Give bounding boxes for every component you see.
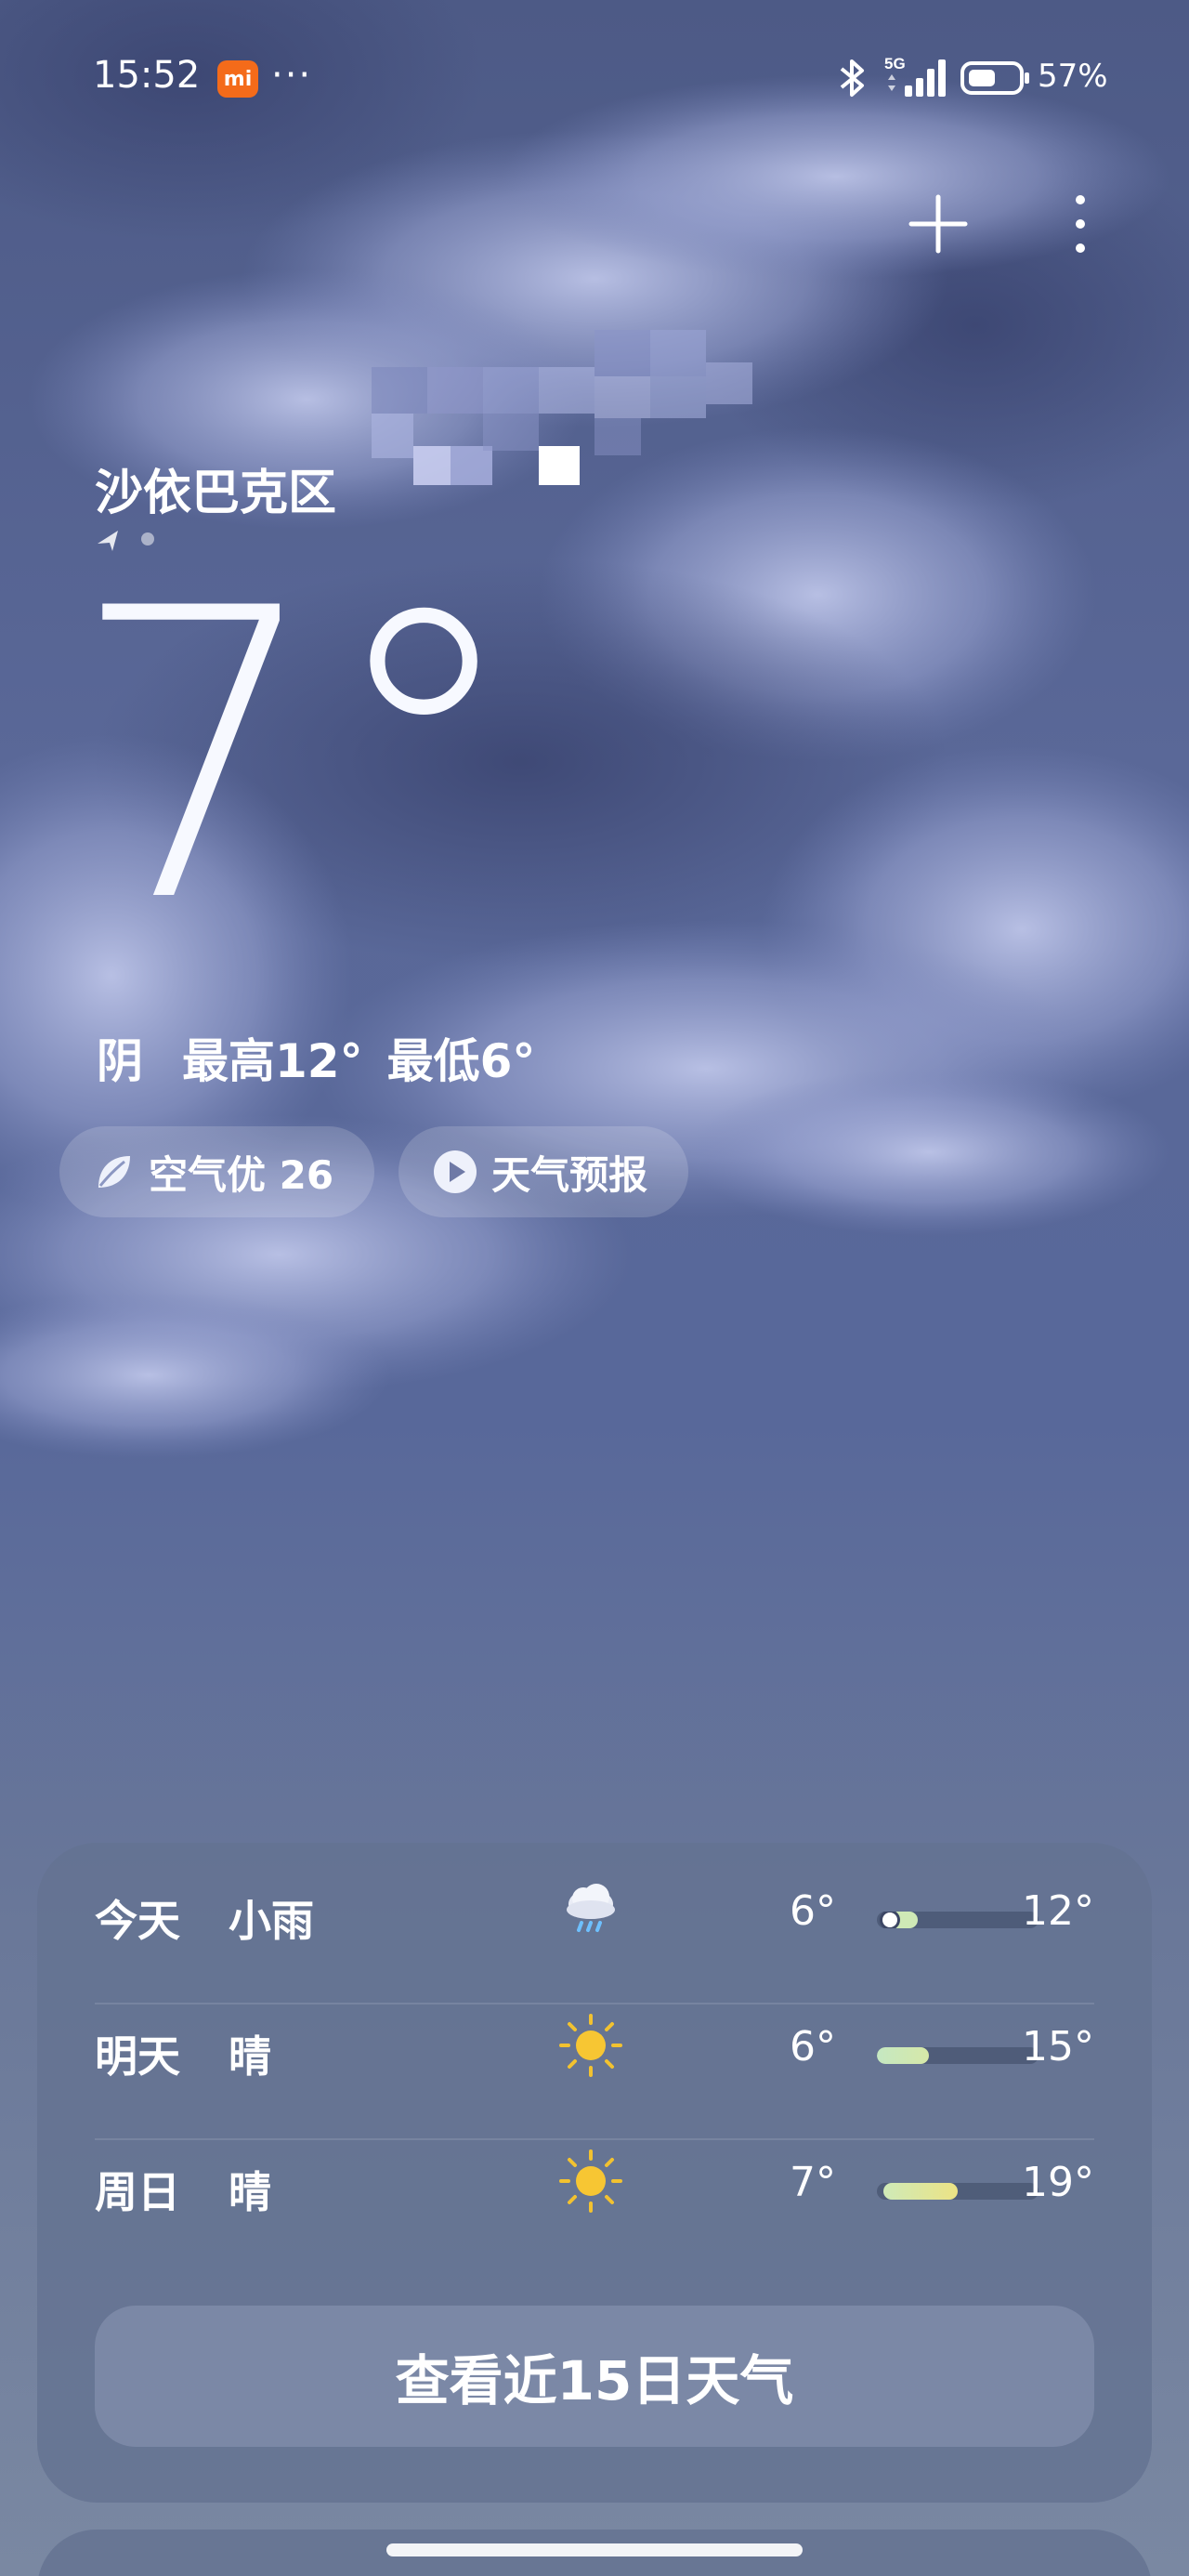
- forecast-day: 今天: [95, 1896, 180, 1946]
- air-quality-label: 空气优 26: [149, 1151, 334, 1198]
- forecast-row-sunday[interactable]: 周日 晴 7° 19°: [95, 2114, 1094, 2250]
- sunny-icon: [559, 2149, 622, 2213]
- current-temperature: 7°: [70, 525, 524, 990]
- forecast-low: 7°: [790, 2159, 836, 2206]
- forecast-condition: 小雨: [229, 1896, 314, 1946]
- location-name[interactable]: 沙依巴克区: [95, 453, 336, 523]
- forecast-high: 19°: [1022, 2159, 1094, 2206]
- forecast-low: 6°: [790, 1887, 836, 1935]
- forecast-low: 6°: [790, 2023, 836, 2070]
- weather-forecast-video-chip[interactable]: 天气预报: [399, 1126, 689, 1217]
- weather-forecast-label: 天气预报: [491, 1151, 648, 1198]
- light-rain-icon: [567, 1884, 615, 1932]
- temperature-range-fill: [877, 2047, 929, 2064]
- temperature-range-bar: [877, 2183, 1039, 2200]
- forecast-condition: 晴: [229, 2167, 271, 2217]
- sunny-icon: [559, 2014, 622, 2077]
- view-15-day-forecast-button[interactable]: 查看近15日天气: [95, 2306, 1094, 2447]
- forecast-condition: 晴: [229, 2031, 271, 2082]
- network-type: 5G: [884, 55, 906, 72]
- forecast-day: 周日: [95, 2167, 180, 2217]
- temperature-range-fill: [883, 2183, 958, 2200]
- battery-percentage: 57%: [1038, 58, 1108, 95]
- low-temperature: 最低6°: [386, 1034, 536, 1088]
- info-chips: 空气优 26 天气预报: [59, 1126, 689, 1217]
- temperature-range-bar: [877, 1912, 1039, 1928]
- forecast-card: 今天 小雨 6° 12° 明天 晴 6° 15° 周日 晴 7° 19° 查看近…: [37, 1843, 1152, 2503]
- status-time: 15:52: [93, 54, 201, 97]
- play-icon: [432, 1149, 478, 1195]
- current-temp-marker: [882, 1912, 897, 1927]
- bluetooth-icon: [840, 59, 864, 97]
- forecast-high: 12°: [1022, 1887, 1094, 1935]
- forecast-high: 15°: [1022, 2023, 1094, 2070]
- redacted-mosaic: [372, 330, 752, 485]
- status-bar: 15:52 mi ··· 5G 57%: [0, 0, 1189, 158]
- leaf-icon: [93, 1150, 136, 1193]
- weather-summary: 阴 最高12° 最低6°: [97, 1024, 535, 1091]
- temperature-range-bar: [877, 2047, 1039, 2064]
- mi-notification-icon: mi: [217, 60, 258, 98]
- current-condition: 阴: [97, 1034, 143, 1088]
- battery-icon: [960, 61, 1029, 95]
- high-temperature: 最高12°: [182, 1034, 363, 1088]
- add-city-button[interactable]: [906, 191, 971, 256]
- air-quality-chip[interactable]: 空气优 26: [59, 1126, 375, 1217]
- forecast-row-tomorrow[interactable]: 明天 晴 6° 15°: [95, 1978, 1094, 2114]
- more-options-button[interactable]: [1062, 191, 1099, 256]
- home-indicator[interactable]: [386, 2543, 803, 2556]
- signal-5g-icon: 5G: [884, 55, 946, 97]
- forecast-day: 明天: [95, 2031, 180, 2082]
- forecast-row-today[interactable]: 今天 小雨 6° 12°: [95, 1843, 1094, 1978]
- more-notifications-indicator: ···: [271, 54, 313, 97]
